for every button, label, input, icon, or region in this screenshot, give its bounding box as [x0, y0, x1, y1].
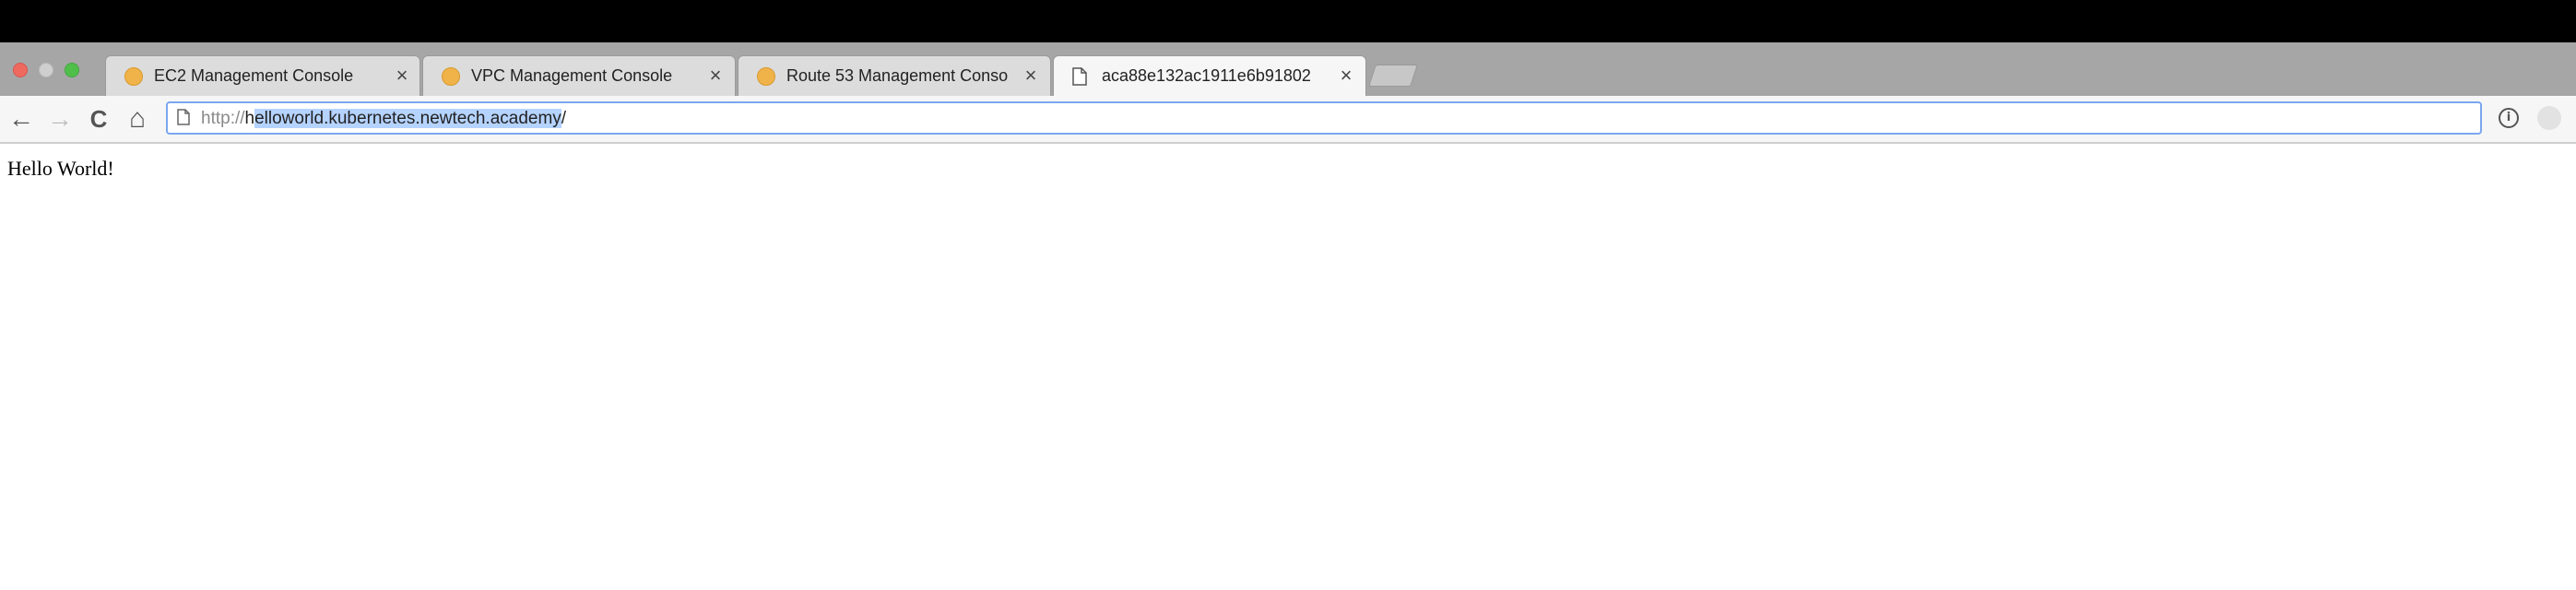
home-icon[interactable]: ⌂	[122, 103, 153, 135]
minimize-window-button[interactable]	[39, 63, 53, 77]
page-icon	[1072, 67, 1091, 86]
reload-icon[interactable]: C	[83, 103, 114, 135]
extension-icon[interactable]	[2537, 106, 2561, 130]
new-tab-button[interactable]	[1368, 65, 1418, 87]
tab-title: Route 53 Management Conso	[786, 66, 1009, 85]
url-text[interactable]: http://helloworld.kubernetes.newtech.aca…	[201, 109, 566, 129]
text-cursor: /	[561, 109, 567, 128]
close-tab-icon[interactable]: ×	[1021, 65, 1041, 87]
page-info-icon[interactable]	[177, 109, 190, 130]
close-tab-icon[interactable]: ×	[1336, 65, 1356, 87]
aws-console-icon	[757, 67, 775, 86]
tab-title: aca88e132ac1911e6b91802	[1102, 66, 1311, 85]
tab-strip: EC2 Management Console × VPC Management …	[0, 42, 2576, 97]
tab-title: VPC Management Console	[471, 66, 673, 85]
tab-vpc-console[interactable]: VPC Management Console ×	[422, 55, 736, 96]
page-body-text: Hello World!	[7, 157, 114, 180]
close-tab-icon[interactable]: ×	[705, 65, 726, 87]
close-window-button[interactable]	[13, 63, 28, 77]
browser-toolbar: ← → C ⌂ http://helloworld.kubernetes.new…	[0, 96, 2576, 144]
tab-active-page[interactable]: aca88e132ac1911e6b91802 ×	[1053, 55, 1366, 97]
tab-ec2-console[interactable]: EC2 Management Console ×	[105, 55, 420, 96]
tab-title: EC2 Management Console	[154, 66, 354, 85]
forward-arrow-icon[interactable]: →	[44, 103, 76, 135]
url-scheme: http://	[201, 109, 245, 128]
address-bar[interactable]: http://helloworld.kubernetes.newtech.aca…	[166, 101, 2482, 135]
zoom-window-button[interactable]	[65, 63, 79, 77]
tab-route53-console[interactable]: Route 53 Management Conso ×	[738, 55, 1051, 96]
screen-top-bar	[0, 0, 2576, 42]
url-host-first-char: h	[244, 109, 255, 128]
close-tab-icon[interactable]: ×	[392, 65, 412, 87]
info-icon[interactable]: i	[2499, 108, 2519, 128]
aws-console-icon	[124, 67, 143, 86]
url-host-selected: elloworld.kubernetes.newtech.academy	[254, 109, 561, 128]
back-arrow-icon[interactable]: ←	[6, 103, 37, 135]
aws-console-icon	[442, 67, 460, 86]
